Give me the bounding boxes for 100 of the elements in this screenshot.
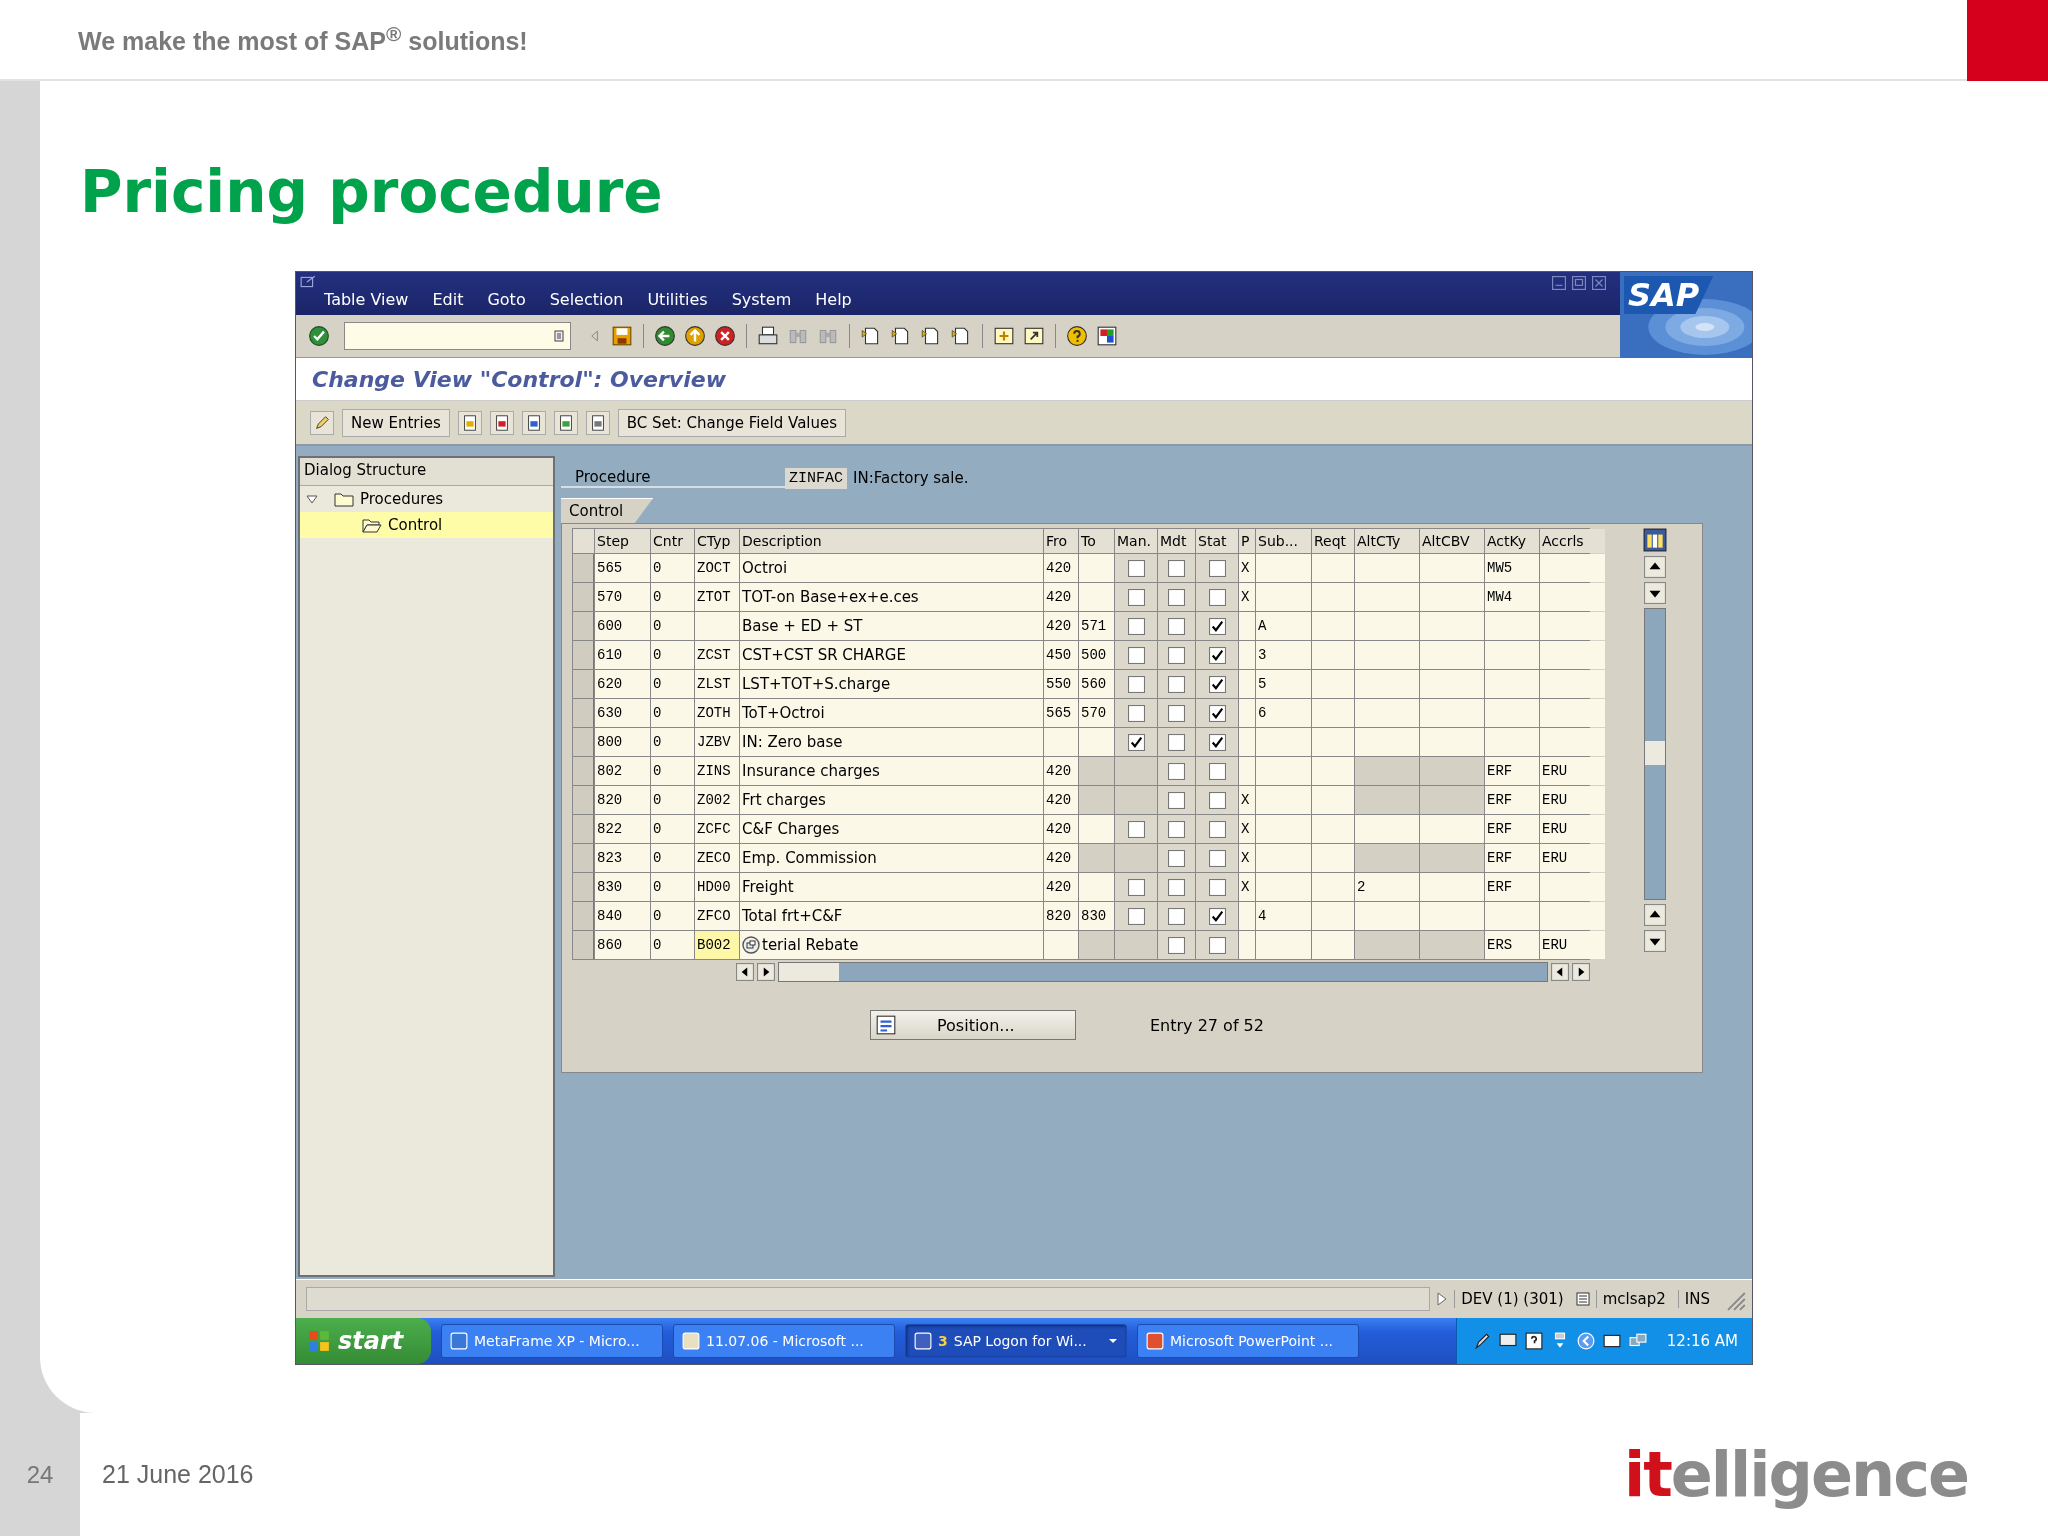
expander-icon[interactable] (306, 493, 318, 505)
checkbox[interactable] (1168, 849, 1185, 867)
checkbox[interactable] (1127, 617, 1145, 635)
page-icon[interactable] (585, 410, 610, 435)
checkbox[interactable] (1208, 559, 1226, 577)
column-header[interactable]: P (1239, 529, 1255, 553)
menu-item[interactable]: System (731, 290, 792, 309)
checkbox[interactable] (1168, 733, 1185, 751)
checkbox[interactable] (1208, 878, 1226, 896)
list-icon[interactable] (554, 330, 564, 342)
page-icon[interactable] (521, 410, 546, 435)
scroll-down-icon[interactable] (1644, 930, 1666, 952)
scroll-left-icon[interactable] (1551, 963, 1569, 981)
print-icon[interactable] (757, 325, 779, 347)
column-header[interactable]: Description (740, 529, 1043, 553)
restore-icon[interactable] (1572, 276, 1586, 290)
row-selector[interactable] (573, 554, 594, 582)
scroll-left-icon[interactable] (736, 963, 754, 981)
menu-item[interactable]: Edit (432, 290, 464, 309)
column-header[interactable]: To (1079, 529, 1114, 553)
checkbox[interactable] (1168, 704, 1185, 722)
column-header[interactable]: AltCTy (1355, 529, 1419, 553)
checkbox[interactable] (1168, 675, 1185, 693)
help-icon[interactable] (1524, 1332, 1543, 1350)
column-header[interactable]: Step (595, 529, 650, 553)
back-icon[interactable] (654, 325, 676, 347)
column-header[interactable]: Reqt (1312, 529, 1354, 553)
checkbox[interactable] (1168, 762, 1185, 780)
new-window-icon[interactable] (993, 325, 1015, 347)
minimize-icon[interactable] (1552, 276, 1566, 290)
chevron-icon[interactable] (1576, 1332, 1595, 1350)
checkbox[interactable] (1208, 936, 1226, 954)
checkbox[interactable] (1168, 878, 1185, 896)
column-header[interactable]: Fro (1044, 529, 1078, 553)
checkbox[interactable] (1127, 704, 1145, 722)
menu-item[interactable]: Utilities (647, 290, 708, 309)
checkbox[interactable] (1127, 588, 1145, 606)
checkbox[interactable] (1208, 588, 1226, 606)
checkbox[interactable] (1208, 791, 1226, 809)
checkbox[interactable] (1208, 733, 1226, 751)
checkbox[interactable] (1168, 820, 1185, 838)
checkbox[interactable] (1168, 617, 1185, 635)
checkbox[interactable] (1127, 878, 1145, 896)
row-selector[interactable] (573, 728, 594, 756)
checkbox[interactable] (1168, 588, 1185, 606)
checkbox[interactable] (1127, 646, 1145, 664)
pencil-icon[interactable] (310, 410, 334, 435)
column-header[interactable]: Accrls (1540, 529, 1605, 553)
row-selector[interactable] (573, 902, 594, 930)
taskbar-button[interactable]: 11.07.06 - Microsoft ... (673, 1324, 895, 1358)
checkbox[interactable] (1208, 675, 1226, 693)
checkbox[interactable] (1208, 820, 1226, 838)
page-icon[interactable] (457, 410, 482, 435)
column-header[interactable]: Sub... (1256, 529, 1311, 553)
keyboard-icon[interactable] (1602, 1332, 1621, 1350)
check-icon[interactable] (308, 325, 330, 347)
list-icon[interactable] (1575, 1292, 1590, 1306)
row-selector[interactable] (573, 641, 594, 669)
tree-item[interactable]: Procedures (300, 486, 553, 512)
row-selector[interactable] (573, 815, 594, 843)
checkbox[interactable] (1168, 936, 1185, 954)
row-selector[interactable] (573, 873, 594, 901)
command-field[interactable] (344, 322, 571, 350)
row-selector[interactable] (573, 699, 594, 727)
checkbox[interactable] (1127, 820, 1145, 838)
scroll-right-icon[interactable] (1572, 963, 1590, 981)
close-icon[interactable] (1592, 276, 1606, 290)
checkbox[interactable] (1208, 704, 1226, 722)
window-menu-icon[interactable] (300, 275, 316, 289)
scroll-right-icon[interactable] (757, 963, 775, 981)
menu-item[interactable]: Table View (324, 290, 409, 309)
select-all-cell[interactable] (573, 529, 594, 553)
checkbox[interactable] (1127, 907, 1145, 925)
scroll-up-icon[interactable] (1644, 904, 1666, 926)
taskbar-button[interactable]: MetaFrame XP - Micro... (441, 1324, 663, 1358)
checkbox[interactable] (1208, 646, 1226, 664)
pen-icon[interactable] (1472, 1332, 1491, 1350)
checkbox[interactable] (1208, 907, 1226, 925)
save-icon[interactable] (611, 325, 633, 347)
page-icon[interactable] (489, 410, 514, 435)
column-header[interactable]: ActKy (1485, 529, 1539, 553)
column-header[interactable]: AltCBV (1420, 529, 1484, 553)
row-selector[interactable] (573, 931, 594, 959)
position-button[interactable]: Position... (870, 1010, 1076, 1040)
triangle-icon[interactable] (1436, 1292, 1449, 1306)
row-selector[interactable] (573, 583, 594, 611)
checkbox[interactable] (1127, 559, 1145, 577)
procedure-field[interactable]: ZINFAC (785, 467, 847, 489)
checkbox[interactable] (1127, 733, 1145, 751)
column-settings-icon[interactable] (1643, 528, 1667, 552)
row-selector[interactable] (573, 757, 594, 785)
checkbox[interactable] (1127, 675, 1145, 693)
layout-icon[interactable] (1096, 325, 1118, 347)
checkbox[interactable] (1208, 849, 1226, 867)
checkbox[interactable] (1168, 907, 1185, 925)
column-header[interactable]: Man. (1115, 529, 1157, 553)
page-icon[interactable] (553, 410, 578, 435)
help-icon[interactable] (1066, 325, 1088, 347)
scrollbar-thumb[interactable] (779, 963, 839, 981)
column-header[interactable]: CTyp (695, 529, 739, 553)
